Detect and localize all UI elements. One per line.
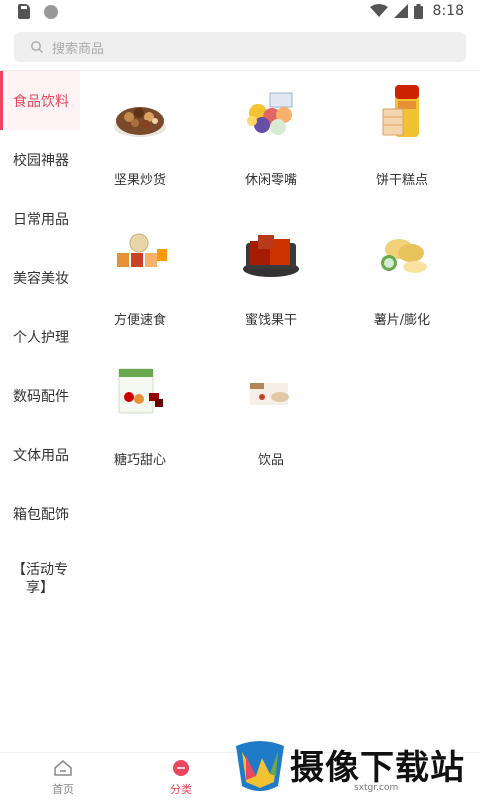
category-snacks[interactable]: 休闲零嘴 [211, 71, 331, 201]
sidebar-item-digital-accessories[interactable]: 数码配件 [0, 366, 80, 425]
battery-icon [413, 3, 423, 19]
watermark-logo-icon [236, 741, 284, 791]
category-label: 坚果炒货 [113, 173, 166, 188]
category-label: 休闲零嘴 [244, 173, 297, 188]
search-icon [31, 41, 43, 53]
category-label: 蜜饯果干 [244, 313, 297, 328]
status-bar: 8:18 [0, 0, 480, 24]
chips-image [381, 239, 427, 273]
search-input[interactable]: 搜索商品 [14, 32, 466, 62]
category-icon [173, 760, 189, 776]
nav-home-label: 首页 [52, 783, 74, 796]
category-chips[interactable]: 薯片/膨化 [342, 211, 462, 341]
wifi-icon [369, 4, 388, 18]
sd-card-icon [18, 4, 30, 19]
home-icon [54, 760, 72, 776]
category-label: 糖巧甜心 [113, 453, 166, 468]
category-label: 饼干糕点 [375, 173, 428, 188]
sidebar-item-promotions[interactable]: 【活动专享】 [0, 549, 80, 608]
sidebar-item-label: 【活动专享】 [12, 561, 68, 596]
biscuits-image [382, 85, 419, 137]
sidebar-item-campus-gadgets[interactable]: 校园神器 [0, 130, 80, 189]
sidebar-item-bags-accessories[interactable]: 箱包配饰 [0, 484, 80, 543]
sidebar-item-daily-goods[interactable]: 日常用品 [0, 189, 80, 248]
category-candy[interactable]: 糖巧甜心 [80, 351, 200, 481]
category-biscuits[interactable]: 饼干糕点 [342, 71, 462, 201]
category-sidebar: 食品饮料 校园神器 日常用品 美容美妆 个人护理 数码配件 文体用品 箱包配饰 … [0, 71, 80, 751]
category-label: 饮品 [257, 453, 284, 468]
category-dried-fruit[interactable]: 蜜饯果干 [211, 211, 331, 341]
sidebar-item-label: 校园神器 [13, 152, 69, 169]
sidebar-item-stationery-sports[interactable]: 文体用品 [0, 425, 80, 484]
sidebar-item-personal-care[interactable]: 个人护理 [0, 307, 80, 366]
signal-icon [393, 4, 408, 18]
sidebar-item-label: 个人护理 [13, 329, 69, 346]
dried-fruit-image [243, 235, 299, 277]
watermark: 摄像下载站 sxtgr.com [232, 736, 480, 800]
sidebar-item-label: 日常用品 [13, 211, 69, 228]
sidebar-item-beauty-makeup[interactable]: 美容美妆 [0, 248, 80, 307]
nuts-image [114, 107, 166, 137]
nav-category[interactable]: 分类 [151, 759, 211, 797]
category-label: 方便速食 [113, 313, 166, 328]
category-drinks[interactable]: 饮品 [211, 351, 331, 481]
sidebar-item-label: 文体用品 [13, 447, 69, 464]
sidebar-item-label: 食品饮料 [13, 93, 69, 110]
category-label: 薯片/膨化 [373, 313, 431, 328]
nav-home[interactable]: 首页 [33, 759, 93, 797]
sidebar-item-label: 箱包配饰 [13, 506, 69, 523]
watermark-url: sxtgr.com [354, 783, 399, 793]
nav-category-label: 分类 [170, 783, 192, 796]
drinks-image [250, 383, 289, 405]
notification-icon [44, 4, 58, 19]
candy-image [118, 368, 163, 414]
category-nuts[interactable]: 坚果炒货 [80, 71, 200, 201]
snacks-image [247, 92, 293, 135]
search-placeholder: 搜索商品 [52, 41, 105, 57]
category-instant-food[interactable]: 方便速食 [80, 211, 200, 341]
instant-food-image [117, 233, 167, 267]
watermark-title: 摄像下载站 [290, 748, 465, 788]
clock: 8:18 [432, 3, 464, 19]
sidebar-item-food-drinks[interactable]: 食品饮料 [0, 71, 80, 130]
sidebar-item-label: 数码配件 [13, 388, 69, 405]
sidebar-item-label: 美容美妆 [13, 270, 69, 287]
